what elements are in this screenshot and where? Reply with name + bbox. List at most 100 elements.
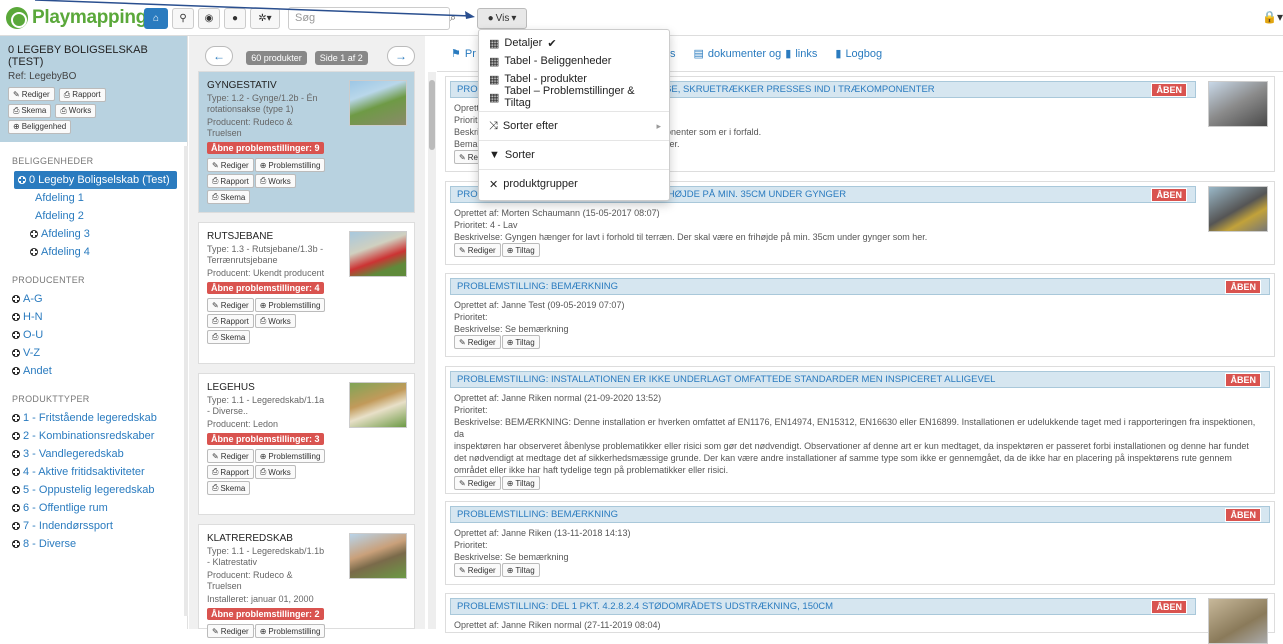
tiltag-button[interactable]: ⊕ Tiltag <box>501 476 540 490</box>
rapport-button[interactable]: ⎙ Rapport <box>207 174 254 188</box>
problemstilling-button[interactable]: ⊕ Problemstilling <box>254 158 326 172</box>
next-page-button[interactable]: → <box>387 46 415 66</box>
menu-item-tabel-problemstillinger[interactable]: ▦ Tabel – Problemstillinger & Tiltag <box>479 85 669 109</box>
tab-problemstillinger[interactable]: ⚑ Pr <box>451 47 476 61</box>
problemstilling-button[interactable]: ⊕ Problemstilling <box>254 624 326 638</box>
product-list-scrollbar[interactable] <box>428 72 436 629</box>
type-item[interactable]: 1 - Fritstående legeredskab <box>0 409 187 427</box>
location-item-afdeling4[interactable]: Afdeling 4 <box>0 243 187 261</box>
producer-item[interactable]: V-Z <box>0 344 187 362</box>
open-issues-badge[interactable]: Åbne problemstillinger: 2 <box>207 608 324 620</box>
product-list-scroll-thumb[interactable] <box>429 80 435 150</box>
product-thumbnail[interactable] <box>349 80 407 126</box>
works-button[interactable]: ⎙ Works <box>254 174 296 188</box>
rapport-button[interactable]: ⎙ Rapport <box>58 87 106 102</box>
rediger-button[interactable]: ✎Rediger <box>207 624 254 638</box>
product-thumbnail[interactable] <box>349 382 407 428</box>
type-item[interactable]: 3 - Vandlegeredskab <box>0 445 187 463</box>
open-issues-badge[interactable]: Åbne problemstillinger: 3 <box>207 433 324 445</box>
vis-dropdown-button[interactable]: ● Vis ▾ <box>477 8 527 29</box>
problem-photo[interactable] <box>1208 81 1268 127</box>
problemstilling-button[interactable]: ⊕ Problemstilling <box>254 298 326 312</box>
problem-photo[interactable] <box>1208 186 1268 232</box>
plus-circle-icon <box>12 450 20 458</box>
tab-dokumenter[interactable]: ▤ dokumenter og ▮ links <box>694 47 818 61</box>
type-item[interactable]: 6 - Offentlige rum <box>0 499 187 517</box>
rediger-button[interactable]: ✎Rediger <box>207 158 254 172</box>
plus-circle-icon <box>12 522 20 530</box>
skema-button[interactable]: ⎙ Skema <box>207 481 251 495</box>
producer-item[interactable]: Andet <box>0 362 187 380</box>
plus-circle-icon <box>12 414 20 422</box>
rediger-button[interactable]: ✎Rediger <box>207 298 254 312</box>
problemstilling-button[interactable]: ⊕ Problemstilling <box>254 449 326 463</box>
plus-circle-icon <box>12 468 20 476</box>
producer-item[interactable]: O-U <box>0 326 187 344</box>
menu-item-sorter[interactable]: ▼ Sorter <box>479 146 669 164</box>
product-card[interactable]: RUTSJEBANE Type: 1.3 - Rutsjebane/1.3b -… <box>198 222 415 364</box>
product-producer: Producent: Rudeco & Truelsen <box>207 570 293 591</box>
menu-item-tabel-beliggenheder[interactable]: ▦ Tabel - Beliggenheder <box>479 52 669 70</box>
print-icon: ⎙ <box>212 192 219 201</box>
type-item[interactable]: 5 - Oppustelig legeredskab <box>0 481 187 499</box>
type-item[interactable]: 2 - Kombinationsredskaber <box>0 427 187 445</box>
print-icon: ⎙ <box>13 105 20 115</box>
tab-logbog[interactable]: ▮ Logbog <box>835 47 882 61</box>
product-thumbnail[interactable] <box>349 533 407 579</box>
filter-icon: ▼ <box>489 149 500 161</box>
tiltag-button[interactable]: ⊕ Tiltag <box>501 243 540 257</box>
rediger-button[interactable]: ✎Rediger <box>454 563 501 577</box>
skema-button[interactable]: ⎙ Skema <box>207 190 251 204</box>
tiltag-button[interactable]: ⊕ Tiltag <box>501 335 540 349</box>
works-button[interactable]: ⎙ Works <box>254 314 296 328</box>
prev-page-button[interactable]: ← <box>205 46 233 66</box>
problem-heading[interactable]: PROBLEMSTILLING: BEMÆRKNING ÅBEN <box>450 278 1270 295</box>
rediger-button[interactable]: ✎Rediger <box>454 476 501 490</box>
product-card[interactable]: LEGEHUS Type: 1.1 - Legeredskab/1.1a - D… <box>198 373 415 515</box>
menu-item-sorter-efter[interactable]: ⤨ Sorter efter ▸ <box>479 117 669 135</box>
problem-block: PROBLEMSTILLING: INSTALLATIONEN ER IKKE … <box>445 366 1275 494</box>
tiltag-button[interactable]: ⊕ Tiltag <box>501 563 540 577</box>
location-item-afdeling1[interactable]: Afdeling 1 <box>0 189 187 207</box>
plus-circle-icon <box>12 331 20 339</box>
problem-heading[interactable]: PROBLEMSTILLING: DEL 1 PKT. 4.2.8.2.4 ST… <box>450 598 1196 615</box>
beliggenhed-button[interactable]: ⊕ Beliggenhed <box>8 119 72 134</box>
plus-circle-icon: ⊕ <box>13 122 20 131</box>
open-issues-badge[interactable]: Åbne problemstillinger: 4 <box>207 282 324 294</box>
problem-photo[interactable] <box>1208 598 1268 644</box>
location-item-root[interactable]: 0 Legeby Boligselskab (Test) <box>14 171 177 189</box>
rapport-button[interactable]: ⎙ Rapport <box>207 314 254 328</box>
menu-item-detaljer[interactable]: ▦ Detaljer ✔ <box>479 34 669 52</box>
producer-item[interactable]: H-N <box>0 308 187 326</box>
location-item-afdeling3[interactable]: Afdeling 3 <box>0 225 187 243</box>
rediger-button[interactable]: ✎Rediger <box>454 243 501 257</box>
product-thumbnail[interactable] <box>349 231 407 277</box>
type-item[interactable]: 4 - Aktive fritidsaktiviteter <box>0 463 187 481</box>
annotation-arrow <box>35 0 475 19</box>
product-card[interactable]: GYNGESTATIV Type: 1.2 - Gynge/1.2b - Én … <box>198 71 415 213</box>
open-issues-badge[interactable]: Åbne problemstillinger: 9 <box>207 142 324 154</box>
account-menu-button[interactable]: 🔒▾ <box>1262 10 1283 24</box>
location-item-afdeling2[interactable]: Afdeling 2 <box>0 207 187 225</box>
producer-item[interactable]: A-G <box>0 290 187 308</box>
skema-button[interactable]: ⎙ Skema <box>207 330 251 344</box>
works-button[interactable]: ⎙ Works <box>254 465 296 479</box>
product-type: Type: 1.1 - Legeredskab/1.1b - Klatresta… <box>207 546 325 567</box>
problem-heading[interactable]: PROBLEMSTILLING: INSTALLATIONEN ER IKKE … <box>450 371 1270 388</box>
rediger-button[interactable]: ✎Rediger <box>207 449 254 463</box>
type-item[interactable]: 7 - Indendørssport <box>0 517 187 535</box>
status-badge: ÅBEN <box>1151 83 1187 97</box>
rediger-button[interactable]: ✎Rediger <box>8 87 55 101</box>
works-button[interactable]: ⎙ Works <box>55 103 97 118</box>
type-item[interactable]: 8 - Diverse <box>0 535 187 553</box>
menu-item-produktgrupper[interactable]: ✕ produktgrupper <box>479 175 669 193</box>
skema-button[interactable]: ⎙ Skema <box>8 103 52 118</box>
menu-divider <box>479 111 669 112</box>
status-badge: ÅBEN <box>1151 600 1187 614</box>
rediger-button[interactable]: ✎Rediger <box>454 335 501 349</box>
rapport-button[interactable]: ⎙ Rapport <box>207 465 254 479</box>
edit-icon: ✎ <box>459 478 466 488</box>
sidebar-scrollbar[interactable] <box>184 146 188 616</box>
product-card[interactable]: KLATREREDSKAB Type: 1.1 - Legeredskab/1.… <box>198 524 415 638</box>
problem-heading[interactable]: PROBLEMSTILLING: BEMÆRKNING ÅBEN <box>450 506 1270 523</box>
